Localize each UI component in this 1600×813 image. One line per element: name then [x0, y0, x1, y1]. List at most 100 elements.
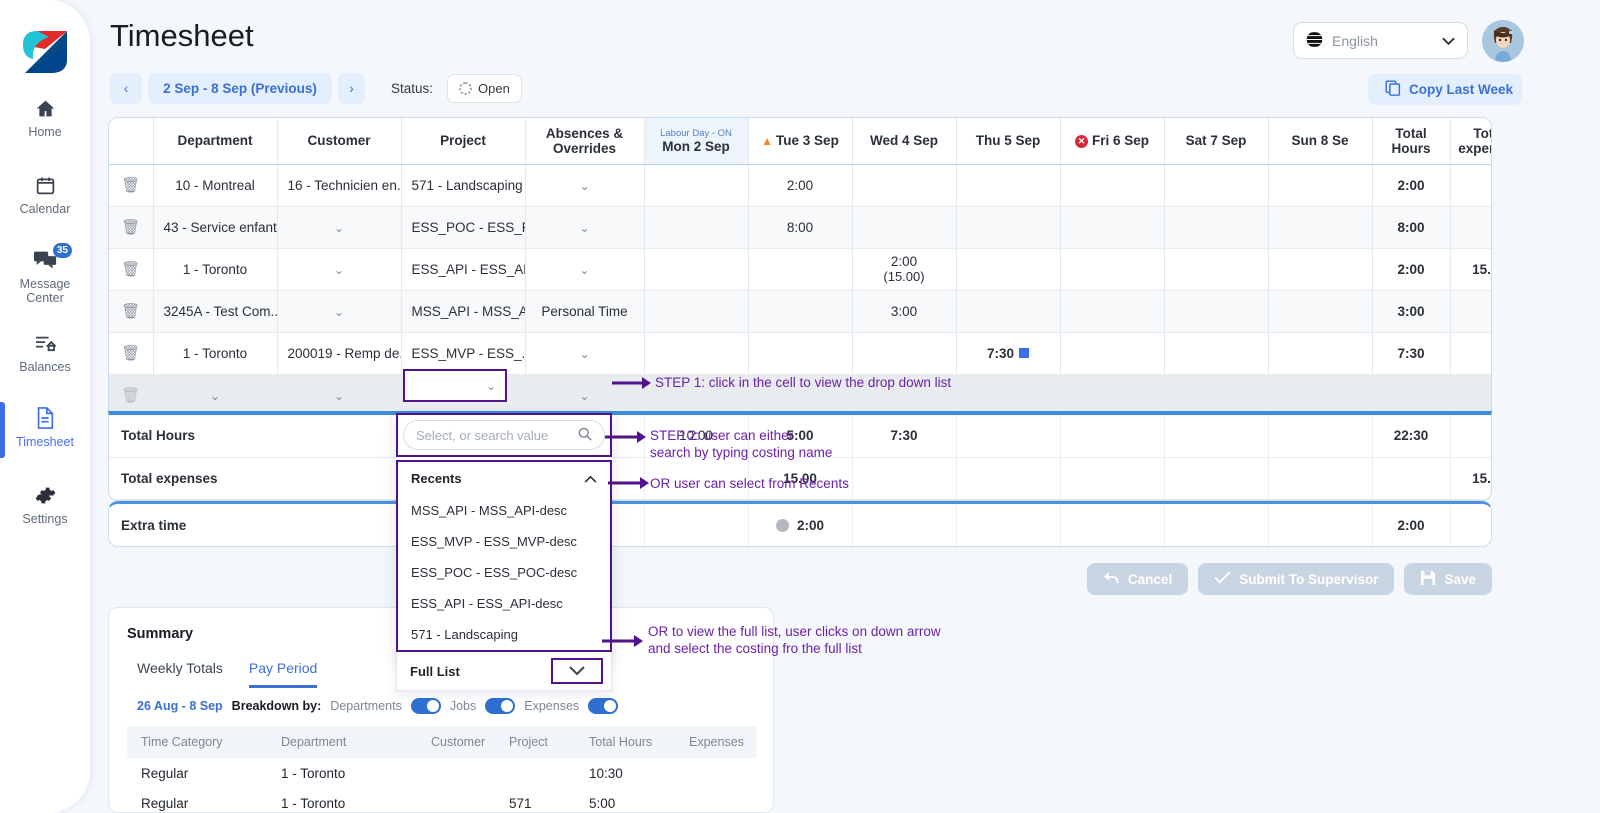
- cell-fri[interactable]: [1060, 332, 1165, 375]
- cell-tue[interactable]: 8:00: [748, 206, 853, 249]
- cell-customer[interactable]: ⌄: [277, 248, 402, 291]
- cell-customer[interactable]: ⌄: [277, 290, 402, 333]
- cell-fri[interactable]: [1060, 164, 1165, 207]
- cell-fri[interactable]: [1060, 206, 1165, 249]
- cell-department[interactable]: 10 - Montreal: [153, 164, 278, 207]
- cell-customer[interactable]: ⌄: [277, 206, 402, 249]
- copy-last-week-button[interactable]: Copy Last Week: [1376, 74, 1522, 105]
- full-list-expand-button[interactable]: [551, 658, 603, 684]
- cell-customer[interactable]: 200019 - Remp de...: [277, 332, 402, 375]
- cell-mon[interactable]: [643, 164, 749, 207]
- toggle-jobs[interactable]: [485, 698, 516, 714]
- cell-project[interactable]: ESS_MVP - ESS_...: [401, 332, 526, 375]
- cell-sat[interactable]: [1164, 248, 1269, 291]
- cell-absences[interactable]: Personal Time: [525, 290, 645, 333]
- next-week-button[interactable]: ›: [338, 73, 365, 104]
- sidebar-item-settings[interactable]: Settings: [0, 482, 90, 526]
- cell-thu[interactable]: [956, 248, 1061, 291]
- cell-tue[interactable]: [748, 332, 853, 375]
- delete-row-button[interactable]: 🗑: [109, 374, 154, 417]
- cell-mon[interactable]: [643, 206, 749, 249]
- cell-wed[interactable]: [852, 332, 957, 375]
- cell-thu[interactable]: [956, 290, 1061, 333]
- cell-department[interactable]: ⌄: [153, 374, 278, 417]
- cell-mon[interactable]: [643, 290, 749, 333]
- table-row[interactable]: 🗑 43 - Service enfant ⌄ ESS_POC - ESS_P.…: [109, 206, 1491, 249]
- cell-sun[interactable]: [1268, 248, 1373, 291]
- previous-week-button[interactable]: ‹: [110, 73, 142, 104]
- cell-fri[interactable]: [1060, 290, 1165, 333]
- tab-pay-period[interactable]: Pay Period: [248, 660, 318, 688]
- cell-thu[interactable]: [956, 164, 1061, 207]
- cell-absences[interactable]: ⌄: [525, 164, 645, 207]
- cell-wed[interactable]: [852, 206, 957, 249]
- delete-row-button[interactable]: 🗑: [109, 332, 154, 375]
- cell-wed[interactable]: 2:00 (15.00): [852, 248, 957, 291]
- cell-thu[interactable]: 7:30: [956, 332, 1061, 375]
- table-row[interactable]: 🗑 3245A - Test Com... ⌄ MSS_API - MSS_A.…: [109, 290, 1491, 333]
- dropdown-option[interactable]: ESS_MVP - ESS_MVP-desc: [398, 526, 610, 557]
- sidebar-item-home[interactable]: Home: [0, 95, 90, 139]
- project-dropdown-cell-highlight[interactable]: ⌄: [403, 369, 507, 402]
- cell-department[interactable]: 1 - Toronto: [153, 248, 278, 291]
- language-selector[interactable]: English: [1293, 22, 1468, 59]
- search-input[interactable]: Select, or search value: [403, 420, 605, 450]
- cell-sat[interactable]: [1164, 290, 1269, 333]
- cell-absences[interactable]: ⌄: [525, 206, 645, 249]
- table-row[interactable]: 🗑 1 - Toronto 200019 - Remp de... ESS_MV…: [109, 332, 1491, 375]
- sidebar-item-timesheet[interactable]: Timesheet: [0, 402, 90, 458]
- cell-tue[interactable]: [748, 290, 853, 333]
- cell-sun[interactable]: [1268, 290, 1373, 333]
- cell-tue[interactable]: 2:00: [748, 164, 853, 207]
- sidebar-item-message-center[interactable]: 35 Message Center: [0, 243, 90, 305]
- sidebar-item-balances[interactable]: Balances: [0, 330, 90, 374]
- cell-sun[interactable]: [1268, 164, 1373, 207]
- toggle-expenses[interactable]: [588, 698, 619, 714]
- cell-project[interactable]: ESS_POC - ESS_P...: [401, 206, 526, 249]
- cell-mon[interactable]: [643, 248, 749, 291]
- delete-row-button[interactable]: 🗑: [109, 248, 154, 291]
- full-list-row[interactable]: Full List: [396, 652, 612, 691]
- cell-sun[interactable]: [1268, 206, 1373, 249]
- cancel-button[interactable]: Cancel: [1086, 563, 1189, 595]
- cell-sat[interactable]: [1164, 332, 1269, 375]
- cell-thu[interactable]: [956, 206, 1061, 249]
- delete-row-button[interactable]: 🗑: [109, 206, 154, 249]
- submit-to-supervisor-button[interactable]: Submit To Supervisor: [1198, 563, 1395, 595]
- cell-wed[interactable]: 3:00: [852, 290, 957, 333]
- cell-project[interactable]: MSS_API - MSS_A...: [401, 290, 526, 333]
- table-row[interactable]: 🗑 1 - Toronto ⌄ ESS_API - ESS_AP... ⌄ 2:…: [109, 248, 1491, 291]
- delete-row-button[interactable]: 🗑: [109, 290, 154, 333]
- user-avatar[interactable]: [1482, 20, 1524, 62]
- sidebar-item-calendar[interactable]: Calendar: [0, 172, 90, 216]
- cell-project[interactable]: 571 - Landscaping: [401, 164, 526, 207]
- cell-sat[interactable]: [1164, 206, 1269, 249]
- cell-sun[interactable]: [1268, 332, 1373, 375]
- cell-tue[interactable]: [748, 248, 853, 291]
- cell-customer[interactable]: 16 - Technicien en...: [277, 164, 402, 207]
- cell-wed[interactable]: [852, 164, 957, 207]
- cell-department[interactable]: 43 - Service enfant: [153, 206, 278, 249]
- toggle-departments[interactable]: [410, 698, 441, 714]
- cell-customer[interactable]: ⌄: [277, 374, 402, 417]
- cell-thu[interactable]: [956, 374, 1061, 417]
- delete-row-button[interactable]: 🗑: [109, 164, 154, 207]
- cell-department[interactable]: 3245A - Test Com...: [153, 290, 278, 333]
- cell-absences[interactable]: ⌄: [525, 248, 645, 291]
- dropdown-option[interactable]: ESS_POC - ESS_POC-desc: [398, 557, 610, 588]
- cell-project[interactable]: ESS_API - ESS_AP...: [401, 248, 526, 291]
- table-row[interactable]: 🗑 10 - Montreal 16 - Technicien en... 57…: [109, 164, 1491, 207]
- tab-weekly-totals[interactable]: Weekly Totals: [137, 660, 223, 688]
- save-button[interactable]: Save: [1404, 563, 1492, 595]
- recents-header[interactable]: Recents: [398, 462, 610, 495]
- cell-sun[interactable]: [1268, 374, 1373, 417]
- cell-department[interactable]: 1 - Toronto: [153, 332, 278, 375]
- dropdown-option[interactable]: MSS_API - MSS_API-desc: [398, 495, 610, 526]
- dropdown-option[interactable]: 571 - Landscaping: [398, 619, 610, 650]
- cell-absences[interactable]: ⌄: [525, 332, 645, 375]
- cell-fri[interactable]: [1060, 248, 1165, 291]
- week-range-button[interactable]: 2 Sep - 8 Sep (Previous): [148, 73, 332, 104]
- cell-fri[interactable]: [1060, 374, 1165, 417]
- cell-mon[interactable]: [643, 332, 749, 375]
- dropdown-option[interactable]: ESS_API - ESS_API-desc: [398, 588, 610, 619]
